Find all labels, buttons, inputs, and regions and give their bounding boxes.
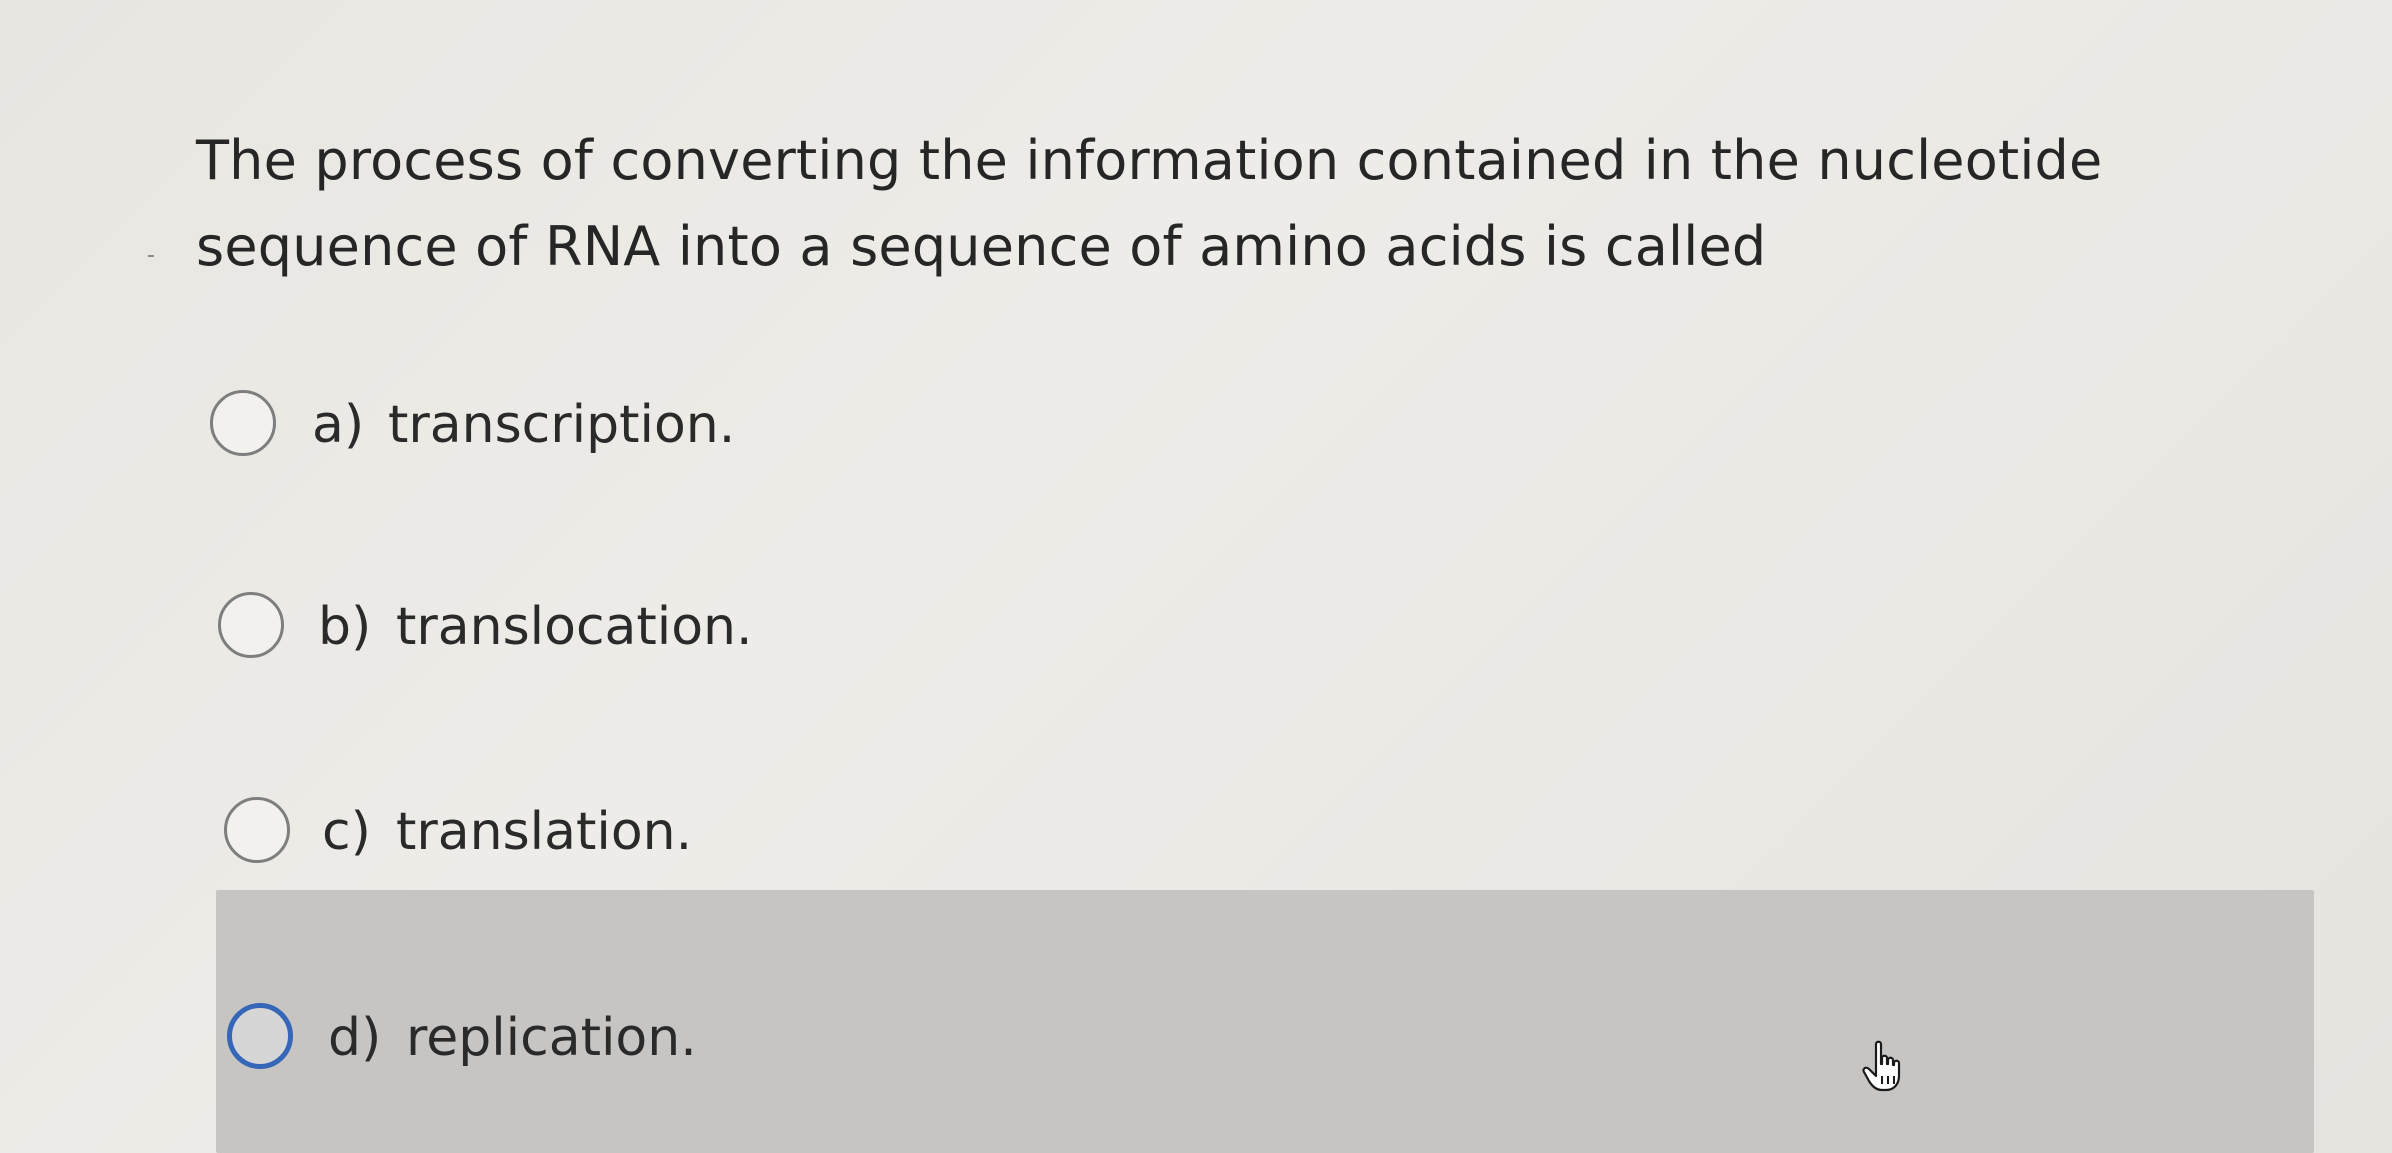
hand-pointer-icon [1862, 1040, 1901, 1092]
option-label-b: translocation. [396, 597, 753, 657]
answer-option-b[interactable]: b) translocation. [0, 565, 2392, 685]
option-label-c: translation. [396, 802, 693, 862]
option-letter-b: b) [318, 597, 372, 657]
option-letter-c: c) [322, 802, 371, 862]
question-text: The process of converting the informatio… [196, 129, 2103, 278]
answer-option-a[interactable]: a) transcription. [0, 365, 2392, 485]
radio-button-b[interactable] [218, 592, 284, 658]
radio-button-a[interactable] [210, 390, 276, 456]
option-letter-a: a) [312, 395, 365, 455]
option-letter-d: d) [328, 1008, 382, 1068]
answer-option-c[interactable]: c) translation. [0, 772, 2392, 892]
margin-mark [148, 255, 154, 257]
option-label-d: replication. [406, 1008, 697, 1068]
radio-button-c[interactable] [224, 797, 290, 863]
option-label-a: transcription. [388, 395, 736, 455]
radio-button-d[interactable] [227, 1003, 293, 1069]
answer-option-d[interactable]: d) replication. [0, 970, 2392, 1090]
